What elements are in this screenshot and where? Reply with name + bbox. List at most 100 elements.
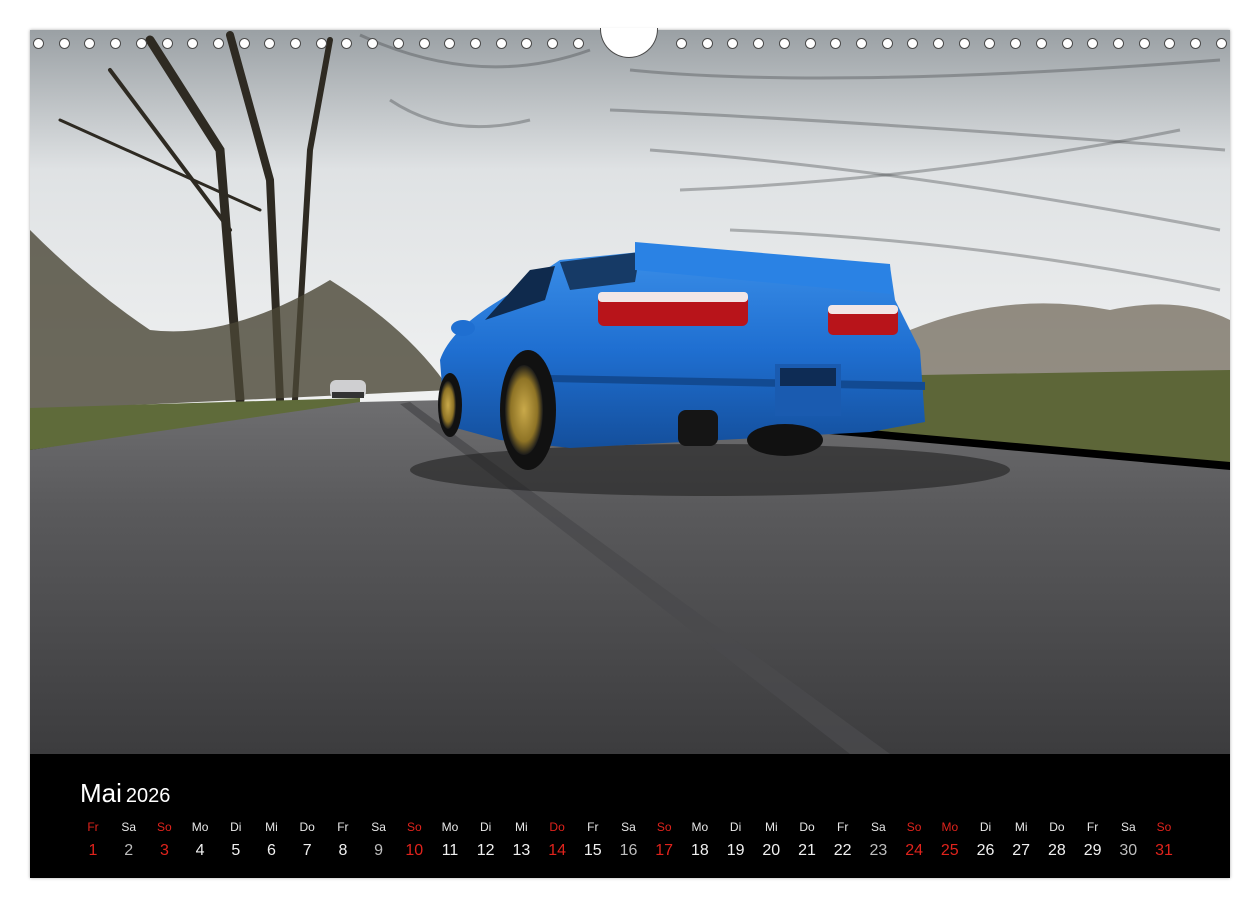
weekday-label: Mi bbox=[1014, 820, 1028, 834]
binding-hole bbox=[984, 38, 996, 49]
weekday-label: So bbox=[157, 820, 172, 834]
hanger-notch bbox=[600, 28, 658, 58]
day-number: 2 bbox=[124, 842, 134, 859]
calendar-day: Do 21 bbox=[789, 820, 825, 860]
weekday-label: Do bbox=[1049, 820, 1065, 834]
weekday-label: Sa bbox=[371, 820, 386, 834]
calendar-day: Sa 23 bbox=[860, 820, 896, 860]
day-number: 31 bbox=[1155, 842, 1173, 859]
day-number: 23 bbox=[869, 842, 888, 859]
calendar-day: Mo 4 bbox=[182, 820, 218, 860]
binding-hole bbox=[804, 38, 816, 49]
calendar-day: Do 14 bbox=[539, 820, 575, 860]
calendar-day: Mi 13 bbox=[503, 820, 539, 860]
calendar-day: Di 19 bbox=[718, 820, 754, 860]
calendar-day: Di 26 bbox=[968, 820, 1004, 860]
day-number: 3 bbox=[159, 842, 169, 859]
calendar-day: Mi 27 bbox=[1003, 820, 1039, 860]
binding-hole bbox=[572, 38, 584, 49]
day-number: 17 bbox=[655, 842, 674, 859]
weekday-label: Mo bbox=[691, 820, 709, 834]
binding-hole bbox=[701, 38, 713, 49]
binding-hole bbox=[521, 38, 533, 49]
binding-hole bbox=[110, 38, 122, 49]
day-row: Fr 1 Sa 2 So 3 Mo 4 Di 5 Mi 6 Do 7 Fr 8 Sa 9 So 10 Mo 11 Di 12 M… bbox=[75, 820, 1195, 870]
calendar-day: Mo 18 bbox=[682, 820, 718, 860]
binding-hole bbox=[161, 38, 173, 49]
weekday-label: Mo bbox=[941, 820, 959, 834]
binding-hole bbox=[187, 38, 199, 49]
weekday-label: Sa bbox=[121, 820, 137, 834]
calendar-day: Mi 6 bbox=[254, 820, 290, 860]
calendar-day: So 3 bbox=[146, 820, 182, 860]
calendar-day: So 24 bbox=[896, 820, 932, 860]
calendar-day: Do 7 bbox=[289, 820, 325, 860]
weekday-label: Di bbox=[480, 820, 492, 834]
day-number: 24 bbox=[905, 842, 923, 859]
day-number: 6 bbox=[267, 842, 276, 859]
weekday-label: So bbox=[406, 820, 422, 834]
binding-hole bbox=[1164, 38, 1176, 49]
day-number: 26 bbox=[976, 842, 995, 859]
day-number: 28 bbox=[1047, 842, 1066, 859]
binding-hole bbox=[392, 38, 404, 49]
day-number: 16 bbox=[619, 842, 638, 859]
calendar-day: Sa 2 bbox=[111, 820, 147, 860]
day-number: 25 bbox=[940, 842, 959, 859]
car-photo bbox=[30, 30, 1230, 754]
weekday-label: Fr bbox=[587, 820, 599, 834]
binding-hole bbox=[958, 38, 970, 49]
calendar-day: Mo 25 bbox=[932, 820, 968, 860]
weekday-label: Mi bbox=[265, 820, 278, 834]
month-title: Mai 2026 bbox=[80, 778, 170, 809]
binding-hole bbox=[135, 38, 147, 49]
weekday-label: Do bbox=[799, 820, 815, 834]
day-number: 12 bbox=[476, 842, 495, 859]
weekday-label: Do bbox=[549, 820, 565, 834]
day-number: 8 bbox=[338, 842, 348, 859]
day-number: 18 bbox=[690, 842, 709, 859]
weekday-label: Fr bbox=[837, 820, 849, 834]
weekday-label: Di bbox=[729, 820, 742, 834]
calendar-day: Mi 20 bbox=[753, 820, 789, 860]
calendar-band: Mai 2026 Fr 1 Sa 2 So 3 Mo 4 Di 5 Mi 6 Do 7 Fr 8 Sa 9 So 10 M… bbox=[30, 754, 1230, 878]
weekday-label: So bbox=[906, 820, 922, 834]
binding-hole bbox=[1190, 38, 1201, 49]
binding-hole bbox=[676, 38, 687, 49]
binding-hole bbox=[753, 38, 765, 49]
day-number: 1 bbox=[88, 842, 98, 859]
binding-hole bbox=[367, 38, 379, 49]
weekday-label: Mo bbox=[441, 820, 459, 834]
weekday-label: Fr bbox=[87, 820, 99, 834]
calendar-day: Fr 22 bbox=[825, 820, 861, 860]
spiral-binding bbox=[0, 28, 1260, 58]
weekday-label: Sa bbox=[621, 820, 636, 834]
calendar-day: Fr 1 bbox=[75, 820, 111, 860]
day-number: 30 bbox=[1119, 842, 1138, 859]
weekday-label: Fr bbox=[1086, 820, 1099, 834]
binding-hole bbox=[341, 38, 353, 49]
binding-hole bbox=[547, 38, 558, 49]
binding-hole bbox=[264, 38, 276, 49]
binding-hole bbox=[212, 38, 224, 49]
binding-hole bbox=[1112, 38, 1124, 49]
calendar-day: So 31 bbox=[1146, 820, 1182, 860]
weekday-label: Fr bbox=[337, 820, 349, 834]
binding-hole bbox=[444, 38, 456, 49]
calendar-day: Sa 30 bbox=[1110, 820, 1146, 860]
weekday-label: Mi bbox=[515, 820, 528, 834]
day-number: 9 bbox=[374, 842, 384, 859]
binding-hole bbox=[495, 38, 507, 49]
binding-hole bbox=[315, 38, 327, 49]
binding-hole bbox=[1010, 38, 1022, 49]
weekday-label: Di bbox=[979, 820, 992, 834]
binding-hole bbox=[933, 38, 944, 49]
binding-hole bbox=[1138, 38, 1150, 49]
binding-hole bbox=[881, 38, 893, 49]
day-number: 10 bbox=[405, 842, 424, 859]
binding-hole bbox=[855, 38, 867, 49]
weekday-label: Sa bbox=[871, 820, 886, 834]
calendar-day: Do 28 bbox=[1039, 820, 1075, 860]
calendar-day: So 10 bbox=[396, 820, 432, 860]
day-number: 22 bbox=[833, 842, 852, 859]
